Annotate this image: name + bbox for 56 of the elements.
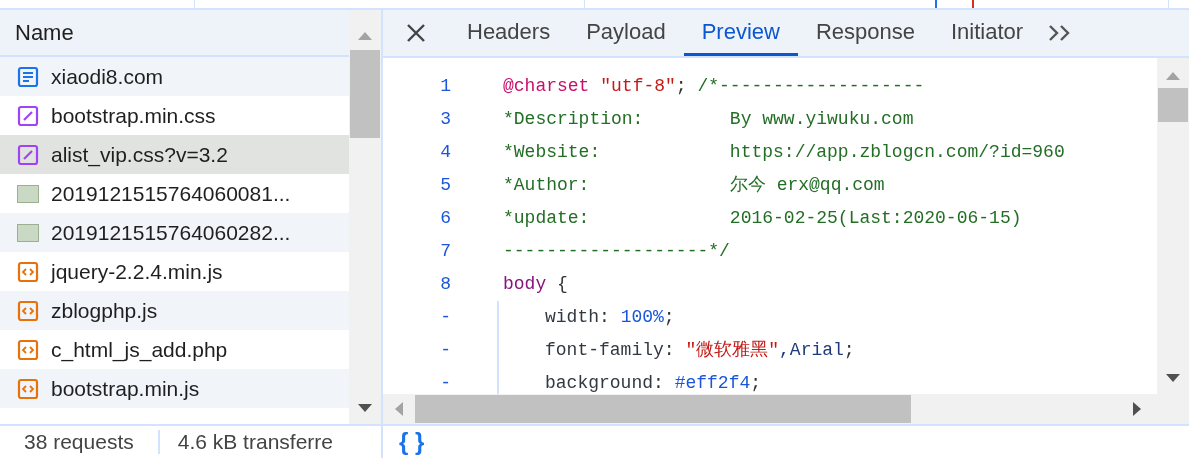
transferred-size: 4.6 kB transferre bbox=[176, 429, 333, 456]
request-row[interactable]: xiaodi8.com bbox=[0, 57, 349, 96]
code-line: *Author: 尔今 erx@qq.com bbox=[503, 174, 885, 197]
column-header[interactable]: Name bbox=[0, 10, 349, 57]
tab[interactable]: Headers bbox=[449, 10, 569, 56]
line-number: 8 bbox=[439, 273, 451, 296]
image-thumbnail bbox=[17, 223, 39, 242]
left-arrow-icon bbox=[395, 402, 403, 416]
document-icon bbox=[17, 65, 39, 88]
line-number: 7 bbox=[439, 240, 451, 263]
line-number: - bbox=[439, 339, 451, 362]
pretty-print-button[interactable]: { } bbox=[399, 430, 425, 454]
request-row[interactable]: alist_vip.css?v=3.2 bbox=[0, 135, 349, 174]
horizontal-scrollbar[interactable] bbox=[383, 394, 1157, 424]
script-icon bbox=[17, 338, 39, 361]
code-line: width: 100%; bbox=[544, 306, 675, 329]
code-line: font-family: "微软雅黑",Arial; bbox=[544, 339, 855, 362]
line-number: 4 bbox=[439, 141, 451, 164]
stylesheet-icon bbox=[17, 104, 39, 127]
right-arrow-icon bbox=[1133, 402, 1141, 416]
code-line: background: #eff2f4; bbox=[544, 372, 762, 394]
code-line: body { bbox=[503, 273, 568, 296]
line-number: 6 bbox=[439, 207, 451, 230]
line-number: - bbox=[439, 372, 451, 394]
scrollbar-thumb[interactable] bbox=[350, 50, 380, 138]
scrollbar-thumb[interactable] bbox=[1158, 88, 1188, 122]
close-icon bbox=[406, 23, 426, 43]
vertical-scrollbar[interactable] bbox=[1157, 58, 1189, 424]
up-arrow-icon bbox=[358, 32, 372, 40]
tab[interactable]: Payload bbox=[568, 10, 684, 56]
scrollbar-thumb[interactable] bbox=[415, 395, 911, 423]
code-line: *update: 2016-02-25(Last:2020-06-15) bbox=[503, 207, 1022, 230]
line-number: - bbox=[439, 306, 451, 329]
script-icon bbox=[17, 260, 39, 283]
line-number: 3 bbox=[439, 108, 451, 131]
down-arrow-icon bbox=[358, 404, 372, 412]
line-number: 5 bbox=[439, 174, 451, 197]
request-row[interactable]: zblogphp.js bbox=[0, 291, 349, 330]
stylesheet-icon bbox=[17, 143, 39, 166]
tab[interactable]: Preview bbox=[683, 10, 798, 56]
script-icon bbox=[17, 299, 39, 322]
request-count: 38 requests bbox=[23, 429, 135, 456]
code-line: *Description: By www.yiwuku.com bbox=[503, 108, 914, 131]
code-line: -------------------*/ bbox=[503, 240, 730, 263]
tab[interactable]: Initiator bbox=[933, 10, 1042, 56]
image-thumbnail bbox=[17, 184, 39, 203]
code-line: @charset "utf-8"; /*------------------- bbox=[503, 75, 925, 98]
down-arrow-icon bbox=[1166, 374, 1180, 382]
up-arrow-icon bbox=[1166, 72, 1180, 80]
tab[interactable]: Response bbox=[797, 10, 933, 56]
line-number: 1 bbox=[439, 75, 451, 98]
code-line: *Website: https://app.zblogcn.com/?id=960 bbox=[503, 141, 1065, 164]
script-icon bbox=[17, 377, 39, 400]
request-row[interactable]: 2019121515764060282... bbox=[0, 213, 349, 252]
request-row[interactable]: bootstrap.min.js bbox=[0, 369, 349, 408]
vertical-scrollbar[interactable] bbox=[349, 10, 381, 424]
